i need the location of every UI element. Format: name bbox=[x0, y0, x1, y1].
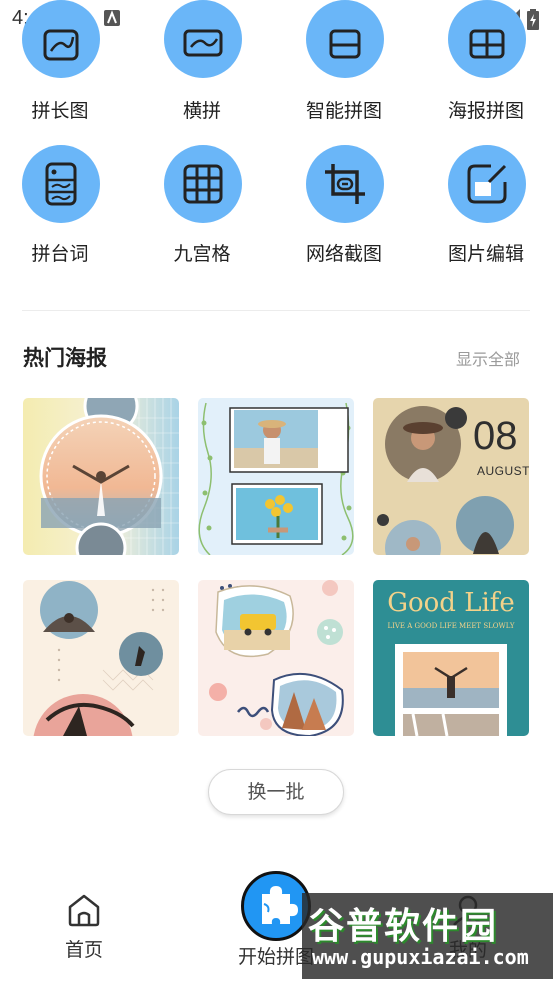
nav-label: 首页 bbox=[64, 939, 103, 961]
web-screenshot-icon bbox=[306, 145, 384, 223]
watermark: 谷普软件园 www.gupuxiazai.com bbox=[302, 893, 553, 979]
show-all-link[interactable]: 显示全部 bbox=[456, 346, 520, 370]
tool-label: 九宫格 bbox=[173, 243, 231, 265]
nav-home[interactable]: 首页 bbox=[46, 893, 122, 962]
tool-label: 网络截图 bbox=[305, 243, 382, 265]
tool-label: 海报拼图 bbox=[447, 100, 524, 122]
tool-label: 横拼 bbox=[182, 100, 221, 122]
poster-collage-icon bbox=[448, 0, 526, 78]
poster-card-4[interactable] bbox=[23, 580, 179, 736]
start-collage-button[interactable] bbox=[241, 871, 311, 941]
watermark-text: 谷普软件园 bbox=[308, 906, 499, 947]
tool-label: 拼台词 bbox=[31, 243, 89, 265]
watermark-url: www.gupuxiazai.com bbox=[312, 945, 529, 969]
poster-thumbnail bbox=[395, 644, 507, 736]
poster-day: 08 bbox=[473, 414, 518, 458]
nine-grid-icon bbox=[164, 145, 242, 223]
poster-card-2[interactable] bbox=[198, 398, 354, 555]
poster-card-3[interactable]: 08 AUGUST bbox=[373, 398, 529, 555]
battery-icon bbox=[527, 9, 539, 30]
smart-collage-icon bbox=[306, 0, 384, 78]
poster-month: AUGUST bbox=[477, 464, 529, 478]
subtitle-stitch-icon bbox=[22, 145, 100, 223]
divider bbox=[22, 310, 530, 311]
tool-label: 智能拼图 bbox=[305, 100, 382, 122]
tool-label: 拼长图 bbox=[31, 100, 89, 122]
puzzle-icon bbox=[262, 886, 298, 924]
poster-thumbnail bbox=[23, 580, 179, 736]
home-icon bbox=[68, 894, 100, 927]
tool-label: 图片编辑 bbox=[447, 243, 524, 265]
long-stitch-icon bbox=[22, 0, 100, 78]
refresh-button[interactable]: 换一批 bbox=[208, 769, 344, 815]
horizontal-stitch-icon bbox=[164, 0, 242, 78]
poster-thumbnail bbox=[198, 398, 354, 555]
notification-a-icon bbox=[104, 10, 120, 26]
image-edit-icon bbox=[448, 145, 526, 223]
poster-card-1[interactable] bbox=[23, 398, 179, 555]
section-title: 热门海报 bbox=[23, 346, 107, 370]
poster-card-6[interactable]: Good Life LIVE A GOOD LIFE MEET SLOWLY bbox=[373, 580, 529, 736]
poster-thumbnail bbox=[23, 398, 179, 555]
poster-thumbnail bbox=[198, 580, 354, 736]
poster-card-5[interactable] bbox=[198, 580, 354, 736]
